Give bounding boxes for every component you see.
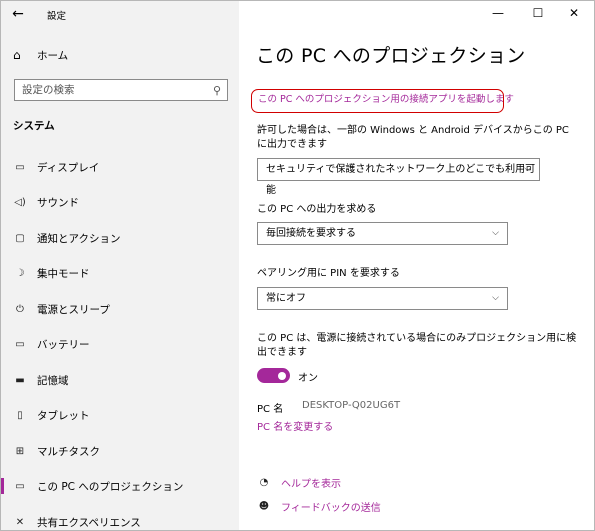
- focus-assist-icon: ☽: [15, 267, 25, 279]
- battery-icon: ▭: [15, 338, 25, 350]
- titlebar: ← 設定: [1, 1, 239, 29]
- allow-projection-dropdown[interactable]: セキュリティで保護されたネットワーク上のどこでも利用可能 ⌵: [257, 158, 540, 196]
- ask-to-project-label: この PC への出力を求める: [257, 204, 377, 215]
- main-content: — ☐ ✕ この PC へのプロジェクション この PC へのプロジェクション用…: [239, 1, 594, 530]
- chevron-down-icon: ⌵: [492, 293, 499, 303]
- sidebar-item-display[interactable]: ▭ ディスプレイ: [1, 156, 239, 178]
- sidebar-item-label: サウンド: [37, 196, 79, 209]
- sidebar-item-multitasking[interactable]: ⊞ マルチタスク: [1, 440, 239, 462]
- home-icon: ⌂: [13, 48, 21, 62]
- sidebar-item-label: バッテリー: [37, 338, 90, 351]
- require-pin-dropdown[interactable]: 常にオフ ⌵: [257, 287, 508, 310]
- ask-to-project-value: 毎回接続を要求する: [266, 228, 356, 239]
- launch-connect-app-link[interactable]: この PC へのプロジェクション用の接続アプリを起動します: [251, 89, 514, 113]
- notifications-icon: ▢: [15, 232, 25, 244]
- home-nav-item[interactable]: ⌂ ホーム: [13, 45, 68, 65]
- projection-icon: ▭: [15, 480, 25, 492]
- help-icon: ◔: [259, 476, 269, 488]
- require-pin-value: 常にオフ: [266, 293, 306, 304]
- power-discovery-toggle[interactable]: [257, 368, 290, 383]
- sidebar-item-label: ディスプレイ: [37, 161, 100, 174]
- pc-name-key: PC 名: [257, 404, 284, 415]
- get-help-row[interactable]: ◔ ヘルプを表示: [257, 473, 341, 491]
- minimize-button[interactable]: —: [480, 1, 516, 27]
- sidebar-item-tablet[interactable]: ▯ タブレット: [1, 404, 239, 426]
- search-icon: ⚲: [212, 84, 221, 97]
- sidebar-item-label: マルチタスク: [37, 445, 100, 458]
- page-title: この PC へのプロジェクション: [256, 45, 526, 67]
- sidebar-item-notifications[interactable]: ▢ 通知とアクション: [1, 227, 239, 249]
- sidebar-item-battery[interactable]: ▭ バッテリー: [1, 333, 239, 355]
- maximize-button[interactable]: ☐: [520, 1, 556, 27]
- app-title: 設定: [47, 11, 67, 22]
- require-pin-label: ペアリング用に PIN を要求する: [257, 268, 400, 279]
- sidebar-item-focus-assist[interactable]: ☽ 集中モード: [1, 262, 239, 284]
- sidebar: ← 設定 ⌂ ホーム 設定の検索 ⚲ システム ▭ ディスプレイ ◁) サウンド…: [1, 1, 239, 530]
- sidebar-item-power[interactable]: ⏻ 電源とスリープ: [1, 298, 239, 320]
- storage-icon: ▬: [15, 374, 25, 386]
- sidebar-item-label: この PC へのプロジェクション: [37, 480, 184, 493]
- toggle-state-label: オン: [298, 373, 318, 384]
- power-discovery-label: この PC は、電源に接続されている場合にのみプロジェクション用に検出できます: [257, 333, 577, 358]
- pc-name-value: DESKTOP-Q02UG6T: [302, 400, 401, 411]
- feedback-row[interactable]: ☻ フィードバックの送信: [257, 497, 381, 515]
- search-input[interactable]: 設定の検索 ⚲: [14, 79, 228, 101]
- sidebar-item-label: 電源とスリープ: [37, 303, 110, 316]
- feedback-link[interactable]: フィードバックの送信: [281, 499, 381, 514]
- tablet-icon: ▯: [17, 409, 23, 421]
- shared-experiences-icon: ✕: [15, 516, 25, 528]
- sidebar-item-label: 通知とアクション: [37, 232, 121, 245]
- sidebar-item-sound[interactable]: ◁) サウンド: [1, 191, 239, 213]
- sidebar-item-label: 共有エクスペリエンス: [37, 516, 141, 529]
- sidebar-item-label: 記憶域: [37, 374, 69, 387]
- ask-to-project-dropdown[interactable]: 毎回接続を要求する ⌵: [257, 222, 508, 245]
- settings-window: ← 設定 ⌂ ホーム 設定の検索 ⚲ システム ▭ ディスプレイ ◁) サウンド…: [0, 0, 595, 531]
- back-button[interactable]: ←: [7, 4, 29, 24]
- multitasking-icon: ⊞: [15, 445, 25, 457]
- chevron-down-icon: ⌵: [524, 164, 531, 174]
- close-button[interactable]: ✕: [556, 1, 592, 27]
- sidebar-item-projection[interactable]: ▭ この PC へのプロジェクション: [1, 475, 239, 497]
- section-heading-system: システム: [13, 120, 55, 132]
- allow-projection-value: セキュリティで保護されたネットワーク上のどこでも利用可能: [266, 164, 536, 196]
- rename-pc-link[interactable]: PC 名を変更する: [257, 418, 333, 433]
- get-help-link[interactable]: ヘルプを表示: [281, 475, 341, 490]
- feedback-icon: ☻: [258, 500, 270, 512]
- home-label: ホーム: [37, 49, 69, 62]
- sidebar-item-label: タブレット: [37, 409, 90, 422]
- sound-icon: ◁): [14, 196, 26, 208]
- sidebar-item-storage[interactable]: ▬ 記憶域: [1, 369, 239, 391]
- chevron-down-icon: ⌵: [492, 228, 499, 238]
- power-icon: ⏻: [16, 303, 24, 315]
- toggle-knob: [278, 371, 286, 380]
- search-placeholder: 設定の検索: [22, 84, 75, 96]
- sidebar-item-shared-experiences[interactable]: ✕ 共有エクスペリエンス: [1, 511, 239, 530]
- sidebar-item-label: 集中モード: [37, 267, 90, 280]
- display-icon: ▭: [15, 161, 25, 173]
- allow-projection-label: 許可した場合は、一部の Windows と Android デバイスからこの P…: [257, 125, 569, 150]
